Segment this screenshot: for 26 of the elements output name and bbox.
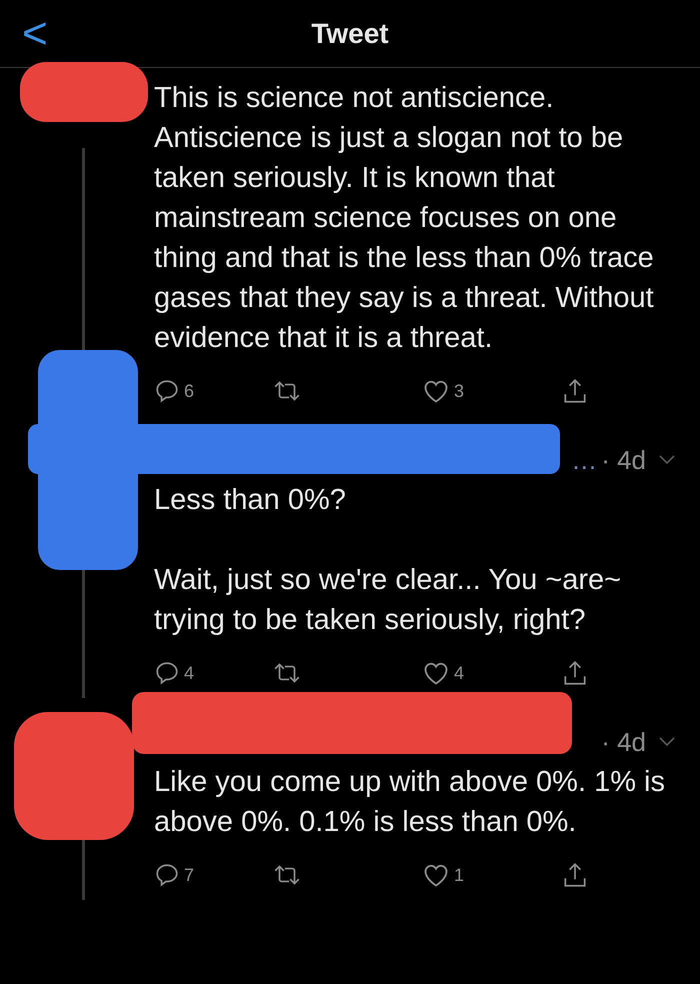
reply-count: 7 [184, 864, 194, 886]
tweet-text: Wait, just so we're clear... You ~are~ trying to be taken seriously, right? [154, 563, 622, 638]
like-count: 4 [454, 662, 464, 684]
share-icon[interactable] [562, 861, 588, 889]
tweet-time: · 4d [601, 444, 646, 476]
share-icon[interactable] [562, 659, 588, 687]
like-count: 1 [454, 864, 464, 886]
chevron-down-icon[interactable] [658, 454, 676, 466]
reply-icon[interactable] [154, 660, 180, 686]
tweet-text: Like you come up with above 0%. 1% is above 0%. 0.1% is less than 0%. [154, 765, 666, 840]
heart-icon[interactable] [422, 378, 450, 404]
share-icon[interactable] [562, 377, 588, 405]
tweet-time: · 4d [601, 726, 646, 758]
tweet-text: Less than 0%? [154, 483, 347, 518]
reply-icon[interactable] [154, 862, 180, 888]
heart-icon[interactable] [422, 862, 450, 888]
reply-count: 6 [184, 380, 194, 402]
heart-icon[interactable] [422, 660, 450, 686]
back-button[interactable]: < [22, 12, 48, 56]
reply-count: 4 [184, 662, 194, 684]
like-count: 3 [454, 380, 464, 402]
tweet-text: This is science not antiscience. Antiscience is just a slogan not to be taken seriously. It is known that mainstream science focuses on one thing and that is the less than 0% trace gases that they say is a threat. Without evidence that it is a threat. [154, 81, 655, 356]
page-title: Tweet [311, 16, 389, 50]
reply-icon[interactable] [154, 378, 180, 404]
chevron-down-icon[interactable] [658, 736, 676, 748]
name-ellipsis: … [571, 444, 598, 476]
